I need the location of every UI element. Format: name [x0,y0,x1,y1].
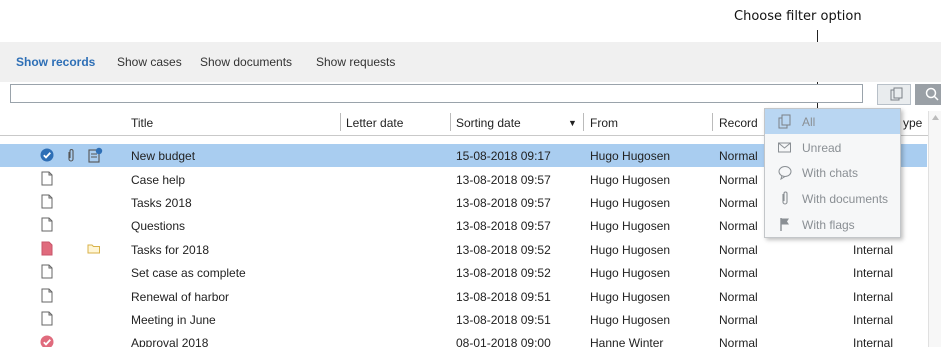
row-sorting-date: 13-08-2018 09:57 [456,219,551,233]
row-from: Hugo Hugosen [590,243,671,257]
envelope-icon [778,142,791,153]
table-row[interactable]: Tasks for 2018 13-08-2018 09:52 Hugo Hug… [0,238,927,261]
row-sorting-date: 13-08-2018 09:52 [456,243,551,257]
row-title: Meeting in June [131,313,216,327]
filter-option-with-documents[interactable]: With documents [765,186,900,211]
flag-icon [780,218,789,231]
row-type: Internal [853,313,894,327]
row-from: Hugo Hugosen [590,290,671,304]
row-title: Set case as complete [131,266,246,280]
filter-option-unread[interactable]: Unread [765,135,900,160]
scroll-up-icon[interactable] [929,111,941,125]
search-button[interactable] [915,84,941,105]
row-sorting-date: 15-08-2018 09:17 [456,149,551,163]
document-icon [41,217,53,232]
row-sorting-date: 13-08-2018 09:51 [456,313,551,327]
row-title: Renewal of harbor [131,290,230,304]
row-from: Hugo Hugosen [590,313,671,327]
tab-show-requests[interactable]: Show requests [316,55,395,69]
row-title: New budget [131,149,196,163]
red-check-circle-icon [40,335,54,347]
row-record: Normal [719,290,758,304]
tab-show-documents[interactable]: Show documents [200,55,292,69]
filter-option-with-flags[interactable]: With flags [765,212,900,237]
column-separator[interactable] [450,113,451,131]
row-record: Normal [719,266,758,280]
chat-bubble-icon [778,166,792,180]
document-icon [41,194,53,209]
filter-option-with-chats[interactable]: With chats [765,160,900,185]
column-letter-date[interactable]: Letter date [346,116,403,130]
row-from: Hugo Hugosen [590,266,671,280]
document-icon [41,171,53,186]
tab-show-records[interactable]: Show records [16,55,95,69]
tab-bar: Show records Show cases Show documents S… [0,42,941,82]
row-record: Normal [719,149,758,163]
column-sorting-date[interactable]: Sorting date [456,116,521,130]
row-from: Hugo Hugosen [590,219,671,233]
table-row[interactable]: Set case as complete 13-08-2018 09:52 Hu… [0,261,927,284]
row-title: Questions [131,219,186,233]
row-from: Hanne Winter [590,336,664,347]
row-record: Normal [719,313,758,327]
row-type: Internal [853,243,894,257]
copy-icon [890,87,903,101]
row-title: Tasks for 2018 [131,243,210,257]
row-record: Normal [719,243,758,257]
column-from[interactable]: From [590,116,618,130]
copy-icon [778,114,791,129]
row-type: Internal [853,266,894,280]
filter-option-label: With chats [802,166,859,180]
row-from: Hugo Hugosen [590,173,671,187]
filter-option-label: With flags [802,218,855,232]
column-separator[interactable] [340,113,341,131]
row-title: Approval 2018 [131,336,209,347]
search-input[interactable] [10,84,863,103]
row-from: Hugo Hugosen [590,196,671,210]
filter-option-label: Unread [802,141,842,155]
column-type[interactable]: ype [903,116,922,130]
tab-show-cases[interactable]: Show cases [117,55,182,69]
sort-desc-icon[interactable]: ▼ [568,118,577,128]
filter-option-label: All [802,115,816,129]
scrollbar[interactable] [928,111,941,347]
row-record: Normal [719,336,758,347]
table-row[interactable]: Meeting in June 13-08-2018 09:51 Hugo Hu… [0,308,927,331]
document-icon [41,288,53,303]
column-separator[interactable] [583,113,584,131]
document-icon [41,264,53,279]
red-document-icon [41,241,53,256]
row-sorting-date: 13-08-2018 09:51 [456,290,551,304]
row-from: Hugo Hugosen [590,149,671,163]
check-circle-icon [40,148,54,162]
paperclip-icon [68,149,74,162]
row-type: Internal [853,290,894,304]
column-record[interactable]: Record [719,116,758,130]
filter-dropdown: All Unread With chats With documents Wit… [764,108,901,238]
row-sorting-date: 08-01-2018 09:00 [456,336,551,347]
row-record: Normal [719,219,758,233]
filter-option-all[interactable]: All [765,109,900,134]
column-title[interactable]: Title [131,116,153,130]
document-icon [41,311,53,326]
filter-button[interactable] [877,84,911,105]
row-sorting-date: 13-08-2018 09:52 [456,266,551,280]
column-separator[interactable] [712,113,713,131]
search-icon [925,87,939,101]
folder-icon [87,244,100,254]
callout-text: Choose filter option [734,9,862,24]
paperclip-icon [782,191,788,205]
row-record: Normal [719,196,758,210]
row-title: Tasks 2018 [131,196,192,210]
table-row[interactable]: Approval 2018 08-01-2018 09:00 Hanne Win… [0,331,927,347]
filter-option-label: With documents [802,192,889,206]
row-title: Case help [131,173,186,187]
row-record: Normal [719,173,758,187]
search-row [10,84,941,106]
notes-icon [88,147,103,163]
row-sorting-date: 13-08-2018 09:57 [456,196,551,210]
table-row[interactable]: Renewal of harbor 13-08-2018 09:51 Hugo … [0,285,927,308]
row-sorting-date: 13-08-2018 09:57 [456,173,551,187]
row-type: Internal [853,336,894,347]
